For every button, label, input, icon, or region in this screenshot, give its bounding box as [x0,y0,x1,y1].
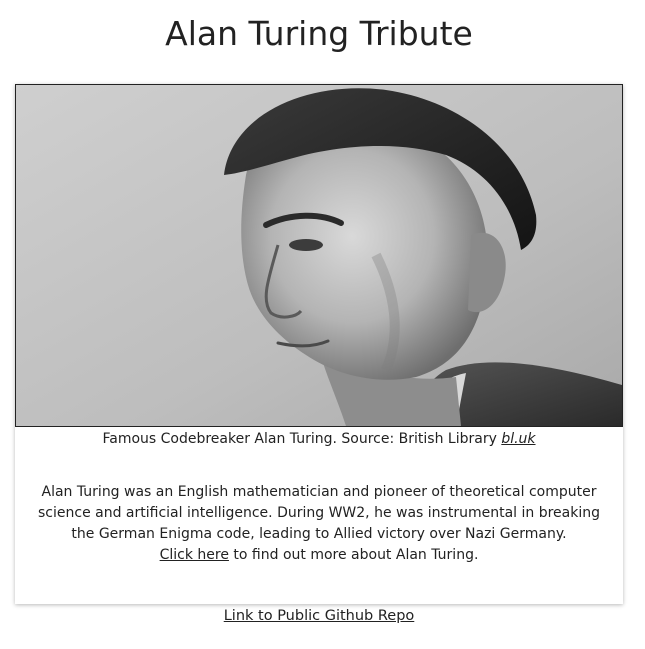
bio-section: Alan Turing was an English mathematician… [27,482,611,566]
portrait-caption: Famous Codebreaker Alan Turing. Source: … [15,430,623,448]
tribute-card: Famous Codebreaker Alan Turing. Source: … [15,84,623,604]
page: Alan Turing Tribute Famous Codebreaker A… [0,0,645,649]
bio-more-suffix: to find out more about Alan Turing. [233,547,479,563]
github-repo-link[interactable]: Link to Public Github Repo [224,608,415,624]
page-title: Alan Turing Tribute [165,14,473,53]
find-out-more-link[interactable]: Click here [160,547,229,563]
footer: Link to Public Github Repo [0,607,638,625]
caption-text: Famous Codebreaker Alan Turing. Source: … [102,431,497,447]
portrait-photo [16,85,622,426]
turing-portrait-image [15,84,623,427]
bio-text: Alan Turing was an English mathematician… [38,484,600,542]
bl-uk-link[interactable]: bl.uk [501,431,535,447]
